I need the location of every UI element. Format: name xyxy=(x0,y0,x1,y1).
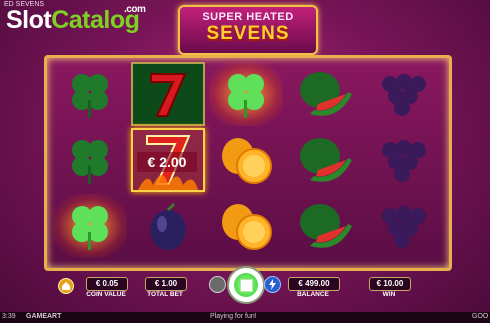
status-message: Playing for fun! xyxy=(210,313,257,320)
total-bet-label: TOTAL BET xyxy=(147,291,183,298)
four-leaf-clover-icon xyxy=(53,128,127,192)
game-title-line1: SUPER HEATED xyxy=(202,11,294,23)
four-leaf-clover-icon xyxy=(53,62,127,126)
win-field: € 10.00 xyxy=(369,277,411,291)
orange-icon xyxy=(209,194,283,258)
watermark-suffix: .com xyxy=(124,4,146,15)
menu-button[interactable] xyxy=(58,278,74,294)
coin-value-field[interactable]: € 0.05 xyxy=(86,277,128,291)
win-label: WIN xyxy=(382,291,396,298)
home-icon xyxy=(62,282,70,290)
balance-field: € 499.00 xyxy=(288,277,340,291)
grapes-icon xyxy=(365,62,439,126)
plum-icon xyxy=(131,194,205,258)
spin-button[interactable] xyxy=(227,266,265,304)
lightning-icon xyxy=(269,279,276,290)
glowing-clover-icon xyxy=(209,62,283,126)
balance-label: BALANCE xyxy=(297,291,329,298)
winning-symbol-frame: € 2.00 xyxy=(131,128,205,192)
right-status-text: GOO xyxy=(472,313,489,320)
spin-icon xyxy=(234,273,258,297)
grapes-icon xyxy=(365,194,439,258)
reel-5 xyxy=(365,62,439,262)
reel-1 xyxy=(53,62,127,262)
reel-frame: € 2.00 xyxy=(44,55,452,271)
watermelon-icon xyxy=(287,194,361,258)
coin-value-label: COIN VALUE xyxy=(86,291,126,298)
watermark-part1: Slot xyxy=(6,6,52,34)
turbo-button[interactable] xyxy=(264,276,281,293)
autoplay-button[interactable] xyxy=(209,276,226,293)
clock-text: 3:39 xyxy=(2,313,16,320)
game-title: SUPER HEATED SEVENS xyxy=(178,5,318,55)
reel-4 xyxy=(287,62,361,262)
red-seven-icon xyxy=(131,62,205,126)
grapes-icon xyxy=(365,128,439,192)
reel-3 xyxy=(209,62,283,262)
glowing-clover-icon xyxy=(53,194,127,258)
watermelon-icon xyxy=(287,62,361,126)
win-prize-label: € 2.00 xyxy=(137,152,197,172)
watermelon-icon xyxy=(287,128,361,192)
provider-logo: GAMEART xyxy=(26,313,62,320)
watermark-logo: SlotCatalog .com xyxy=(6,4,146,35)
game-title-line2: SEVENS xyxy=(206,23,290,44)
reel-2: € 2.00 xyxy=(131,62,205,262)
total-bet-field[interactable]: € 1.00 xyxy=(145,277,187,291)
orange-icon xyxy=(209,128,283,192)
status-bar: 3:39 GAMEART Playing for fun! GOO xyxy=(0,312,490,323)
